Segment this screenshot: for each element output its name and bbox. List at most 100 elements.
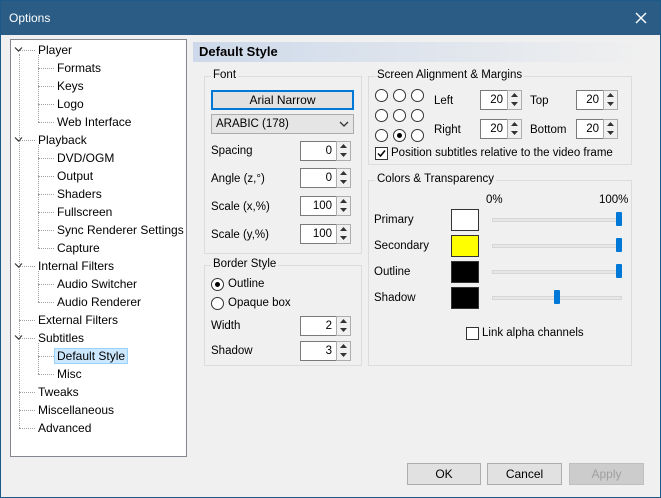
down-arrow-icon[interactable]	[604, 129, 617, 138]
down-arrow-icon[interactable]	[337, 151, 350, 160]
outline-color-swatch[interactable]	[451, 261, 479, 283]
tree-item-default-style[interactable]: Default Style	[54, 347, 129, 365]
scale-y-spinner[interactable]: 100	[300, 224, 353, 244]
tree-item-sync-renderer-settings[interactable]: Sync Renderer Settings	[57, 221, 184, 239]
tree-item-shaders[interactable]: Shaders	[57, 185, 102, 203]
spacing-spinner[interactable]: 0	[300, 141, 353, 161]
spacing-arrows[interactable]	[336, 141, 351, 161]
align-radio-bottom-right[interactable]	[411, 129, 424, 142]
up-arrow-icon[interactable]	[337, 225, 350, 234]
angle-arrows[interactable]	[336, 168, 351, 188]
tree-item-tweaks[interactable]: Tweaks	[38, 383, 79, 401]
title-bar[interactable]: Options	[1, 1, 660, 35]
up-arrow-icon[interactable]	[604, 91, 617, 100]
relative-position-label[interactable]: Position subtitles relative to the video…	[391, 147, 613, 159]
tree-item-logo[interactable]: Logo	[57, 95, 84, 113]
spacing-value[interactable]: 0	[300, 141, 337, 161]
left-margin-value[interactable]: 20	[480, 90, 508, 110]
align-radio-top-right[interactable]	[411, 89, 424, 102]
align-radio-middle-left[interactable]	[375, 109, 388, 122]
bottom-margin-arrows[interactable]	[603, 119, 618, 139]
shadow-alpha-slider[interactable]	[492, 288, 622, 308]
apply-button[interactable]: Apply	[569, 463, 644, 485]
up-arrow-icon[interactable]	[337, 317, 350, 326]
left-margin-arrows[interactable]	[507, 90, 522, 110]
up-arrow-icon[interactable]	[337, 197, 350, 206]
down-arrow-icon[interactable]	[337, 351, 350, 360]
tree-item-keys[interactable]: Keys	[57, 77, 84, 95]
shadow-spinner[interactable]: 3	[300, 341, 353, 361]
down-arrow-icon[interactable]	[508, 129, 521, 138]
tree-item-audio-renderer[interactable]: Audio Renderer	[57, 293, 141, 311]
tree-item-fullscreen[interactable]: Fullscreen	[57, 203, 112, 221]
tree-item-miscellaneous[interactable]: Miscellaneous	[38, 401, 114, 419]
tree-item-dvd-ogm[interactable]: DVD/OGM	[57, 149, 114, 167]
bottom-margin-spinner[interactable]: 20	[576, 119, 619, 139]
slider-thumb[interactable]	[554, 290, 560, 304]
shadow-color-swatch[interactable]	[451, 287, 479, 309]
tree-item-formats[interactable]: Formats	[57, 59, 101, 77]
top-margin-spinner[interactable]: 20	[576, 90, 619, 110]
outline-radio[interactable]	[211, 278, 224, 291]
up-arrow-icon[interactable]	[508, 91, 521, 100]
align-radio-top-center[interactable]	[393, 89, 406, 102]
primary-color-swatch[interactable]	[451, 209, 479, 231]
relative-position-checkbox[interactable]	[375, 147, 388, 160]
right-margin-value[interactable]: 20	[480, 119, 508, 139]
down-arrow-icon[interactable]	[337, 234, 350, 243]
close-icon[interactable]	[622, 1, 660, 35]
tree-item-player[interactable]: Player	[38, 41, 72, 59]
align-radio-bottom-center[interactable]	[393, 129, 406, 142]
tree-item-output[interactable]: Output	[57, 167, 93, 185]
outline-alpha-slider[interactable]	[492, 262, 622, 282]
width-arrows[interactable]	[336, 316, 351, 336]
up-arrow-icon[interactable]	[337, 342, 350, 351]
tree-item-internal-filters[interactable]: Internal Filters	[38, 257, 114, 275]
tree-item-capture[interactable]: Capture	[57, 239, 100, 257]
secondary-alpha-slider[interactable]	[492, 236, 622, 256]
primary-alpha-slider[interactable]	[492, 210, 622, 230]
scale-x-value[interactable]: 100	[300, 196, 337, 216]
top-margin-arrows[interactable]	[603, 90, 618, 110]
ok-button[interactable]: OK	[407, 463, 481, 485]
font-button[interactable]: Arial Narrow	[211, 90, 354, 110]
scale-x-arrows[interactable]	[336, 196, 351, 216]
tree-item-web-interface[interactable]: Web Interface	[57, 113, 131, 131]
up-arrow-icon[interactable]	[337, 142, 350, 151]
align-radio-bottom-left[interactable]	[375, 129, 388, 142]
tree-item-external-filters[interactable]: External Filters	[38, 311, 118, 329]
tree-item-misc[interactable]: Misc	[57, 365, 82, 383]
options-tree[interactable]: Player Formats Keys Logo Web Interface Playba…	[10, 39, 187, 457]
link-alpha-label[interactable]: Link alpha channels	[482, 327, 584, 339]
angle-spinner[interactable]: 0	[300, 168, 353, 188]
width-spinner[interactable]: 2	[300, 316, 353, 336]
scale-y-value[interactable]: 100	[300, 224, 337, 244]
up-arrow-icon[interactable]	[604, 120, 617, 129]
down-arrow-icon[interactable]	[508, 100, 521, 109]
shadow-value[interactable]: 3	[300, 341, 337, 361]
width-value[interactable]: 2	[300, 316, 337, 336]
slider-thumb[interactable]	[616, 212, 622, 226]
align-radio-middle-right[interactable]	[411, 109, 424, 122]
down-arrow-icon[interactable]	[337, 178, 350, 187]
up-arrow-icon[interactable]	[508, 120, 521, 129]
slider-thumb[interactable]	[616, 238, 622, 252]
left-margin-spinner[interactable]: 20	[480, 90, 523, 110]
secondary-color-swatch[interactable]	[451, 235, 479, 257]
down-arrow-icon[interactable]	[604, 100, 617, 109]
shadow-arrows[interactable]	[336, 341, 351, 361]
right-margin-spinner[interactable]: 20	[480, 119, 523, 139]
down-arrow-icon[interactable]	[337, 326, 350, 335]
chevron-down-icon[interactable]	[14, 45, 23, 54]
charset-dropdown[interactable]: ARABIC (178)	[211, 114, 354, 134]
tree-item-playback[interactable]: Playback	[38, 131, 87, 149]
align-radio-top-left[interactable]	[375, 89, 388, 102]
scale-y-arrows[interactable]	[336, 224, 351, 244]
right-margin-arrows[interactable]	[507, 119, 522, 139]
tree-item-audio-switcher[interactable]: Audio Switcher	[57, 275, 137, 293]
opaque-box-radio-label[interactable]: Opaque box	[228, 297, 291, 309]
opaque-box-radio[interactable]	[211, 297, 224, 310]
scale-x-spinner[interactable]: 100	[300, 196, 353, 216]
angle-value[interactable]: 0	[300, 168, 337, 188]
tree-item-subtitles[interactable]: Subtitles	[38, 329, 84, 347]
